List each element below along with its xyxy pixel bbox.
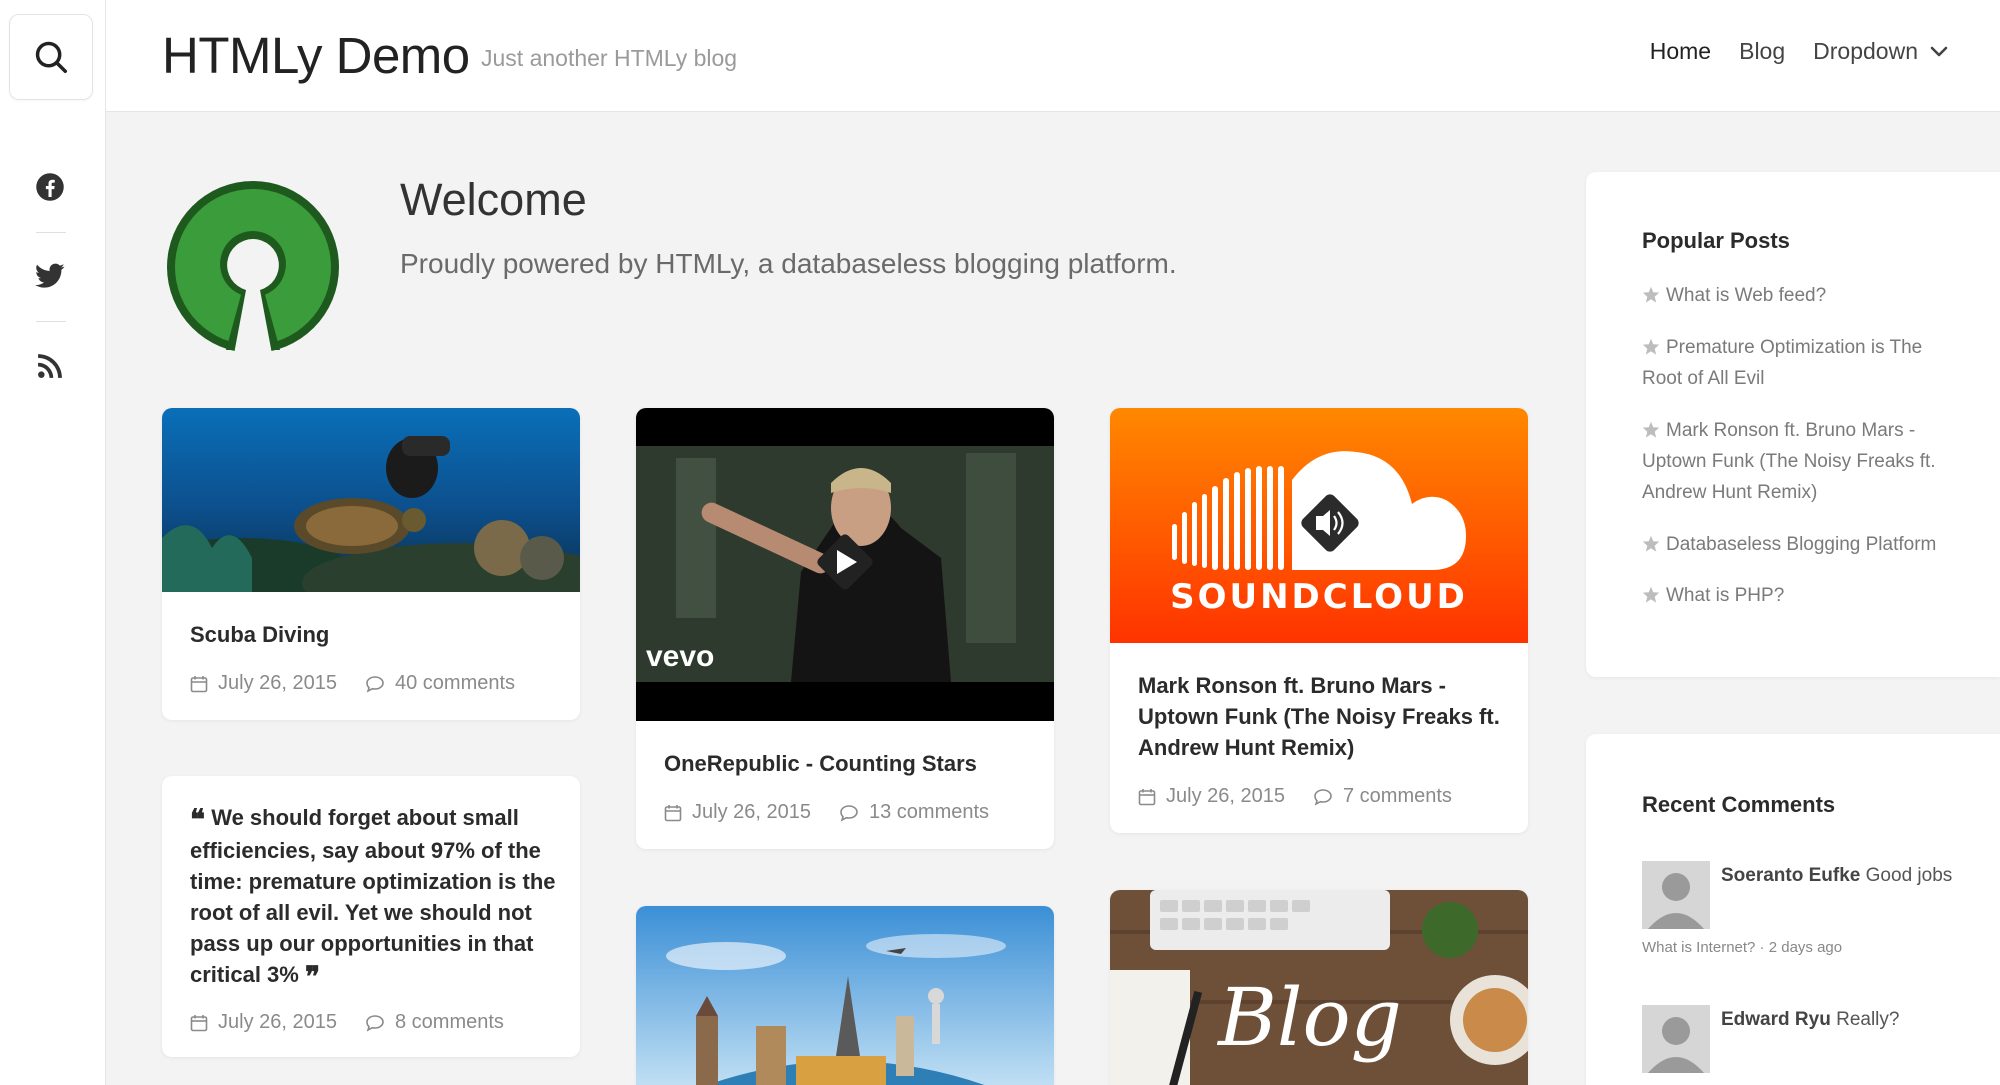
post-comments-link[interactable]: 7 comments [1343,785,1452,808]
comment-icon [1314,788,1332,806]
quote-body: We should forget about small efficiencie… [190,805,556,987]
post-meta: July 26, 2015 13 comments [664,801,1007,824]
blog-script-text: Blog [1216,971,1402,1064]
post-card [636,906,1054,1085]
comment-icon [366,1014,384,1032]
popular-post-link[interactable]: What is Web feed? [1642,280,1962,311]
star-icon [1642,586,1660,603]
comment-author-line: Soeranto Eufke Good jobs [1721,865,1952,887]
popular-post-link[interactable]: What is PHP? [1642,580,1962,611]
post-title[interactable]: OneRepublic - Counting Stars [664,748,977,779]
popular-post-title: Premature Optimization is The Root of Al… [1642,337,1923,389]
site-logo [167,181,339,354]
chevron-down-icon [1930,46,1948,56]
post-date: July 26, 2015 [692,801,811,823]
rss-icon [38,354,62,378]
site-title[interactable]: HTMLy Demo [162,26,470,85]
star-icon [1642,338,1660,355]
popular-post-title: Databaseless Blogging Platform [1666,534,1937,555]
comment-icon [366,675,384,693]
popular-post-title: Mark Ronson ft. Bruno Mars - Uptown Funk… [1642,420,1936,503]
post-meta: July 26, 2015 40 comments [190,672,533,695]
comment-author[interactable]: Soeranto Eufke [1721,865,1860,886]
post-meta: July 26, 2015 7 comments [1138,785,1470,808]
post-title[interactable]: Mark Ronson ft. Bruno Mars - Uptown Funk… [1138,670,1508,763]
video-thumbnail[interactable]: vevo [636,408,1054,721]
left-rail [0,0,106,1085]
popular-post-link[interactable]: Premature Optimization is The Root of Al… [1642,332,1962,394]
post-comments-link[interactable]: 40 comments [395,672,515,695]
site-tagline: Just another HTMLy blog [481,45,738,71]
post-comments-link[interactable]: 8 comments [395,1011,504,1034]
soundcloud-wordmark: SOUNDCLOUD [1170,577,1468,617]
twitter-link[interactable] [25,251,75,301]
widget-title: Popular Posts [1642,228,1790,253]
popular-post-title: What is PHP? [1666,585,1785,606]
recent-comments-widget: Recent Comments Soeranto Eufke Good jobs… [1586,734,2000,1085]
main-nav: Home Blog Dropdown [1650,38,1948,65]
post-card: ❝ We should forget about small efficienc… [162,776,580,1057]
facebook-icon [36,173,64,201]
rss-link[interactable] [25,341,75,391]
popular-posts-widget: Popular Posts What is Web feed? Prematur… [1586,172,2000,677]
widget-title: Recent Comments [1642,792,1836,817]
quote-text[interactable]: ❝ We should forget about small efficienc… [190,802,558,992]
post-title[interactable]: Scuba Diving [190,619,329,650]
post-comments-link[interactable]: 13 comments [869,801,989,824]
nav-home-label: Home [1649,38,1712,64]
popular-post-link[interactable]: Mark Ronson ft. Bruno Mars - Uptown Funk… [1642,415,1962,508]
comment-author[interactable]: Edward Ryu [1721,1009,1831,1030]
star-icon [1642,286,1660,303]
comment-meta[interactable]: What is Internet? · 2 days ago [1642,939,1842,956]
calendar-icon [190,675,208,692]
vevo-logo-text: vevo [646,640,714,673]
calendar-icon [190,1014,208,1031]
quote-close-icon: ❞ [304,960,321,993]
star-icon [1642,535,1660,552]
welcome-title: Welcome [400,174,587,225]
avatar [1642,1005,1710,1073]
search-icon [35,41,67,73]
rail-divider [36,321,66,322]
twitter-icon [35,263,65,288]
travel-landmarks-photo[interactable] [636,906,1054,1085]
quote-open-icon: ❝ [190,803,206,836]
blog-desk-photo[interactable]: Blog [1110,890,1528,1085]
star-icon [1642,421,1660,438]
post-card: vevo OneRepublic - Counting Stars July 2… [636,408,1054,849]
facebook-link[interactable] [25,162,75,212]
nav-home[interactable]: Home [1650,38,1711,65]
post-card: SOUNDCLOUD Mark Ronson ft. Bruno Mars - … [1110,408,1528,833]
soundcloud-logo[interactable]: SOUNDCLOUD [1110,408,1528,643]
nav-blog[interactable]: Blog [1739,38,1785,65]
comment-icon [840,804,858,822]
post-card: Scuba Diving July 26, 2015 40 comments [162,408,580,720]
rail-divider [36,232,66,233]
post-date: July 26, 2015 [218,1011,337,1033]
comment-text: Really? [1836,1009,1900,1030]
search-button[interactable] [9,14,93,100]
nav-dropdown-label: Dropdown [1813,38,1918,64]
post-meta: July 26, 2015 8 comments [190,1011,522,1034]
popular-post-title: What is Web feed? [1666,285,1827,306]
popular-post-link[interactable]: Databaseless Blogging Platform [1642,529,1962,560]
post-date: July 26, 2015 [218,672,337,694]
site-header: HTMLy Demo Just another HTMLy blog Home … [106,0,2000,112]
avatar [1642,861,1710,929]
post-date: July 26, 2015 [1166,785,1285,807]
welcome-subtitle: Proudly powered by HTMLy, a databaseless… [400,248,1177,279]
comment-author-line: Edward Ryu Really? [1721,1009,1899,1031]
calendar-icon [1138,788,1156,805]
comment-text: Good jobs [1865,865,1953,886]
scuba-photo[interactable] [162,408,580,592]
nav-dropdown[interactable]: Dropdown [1813,38,1948,65]
calendar-icon [664,804,682,821]
nav-blog-label: Blog [1739,38,1786,64]
post-card: Blog [1110,890,1528,1085]
